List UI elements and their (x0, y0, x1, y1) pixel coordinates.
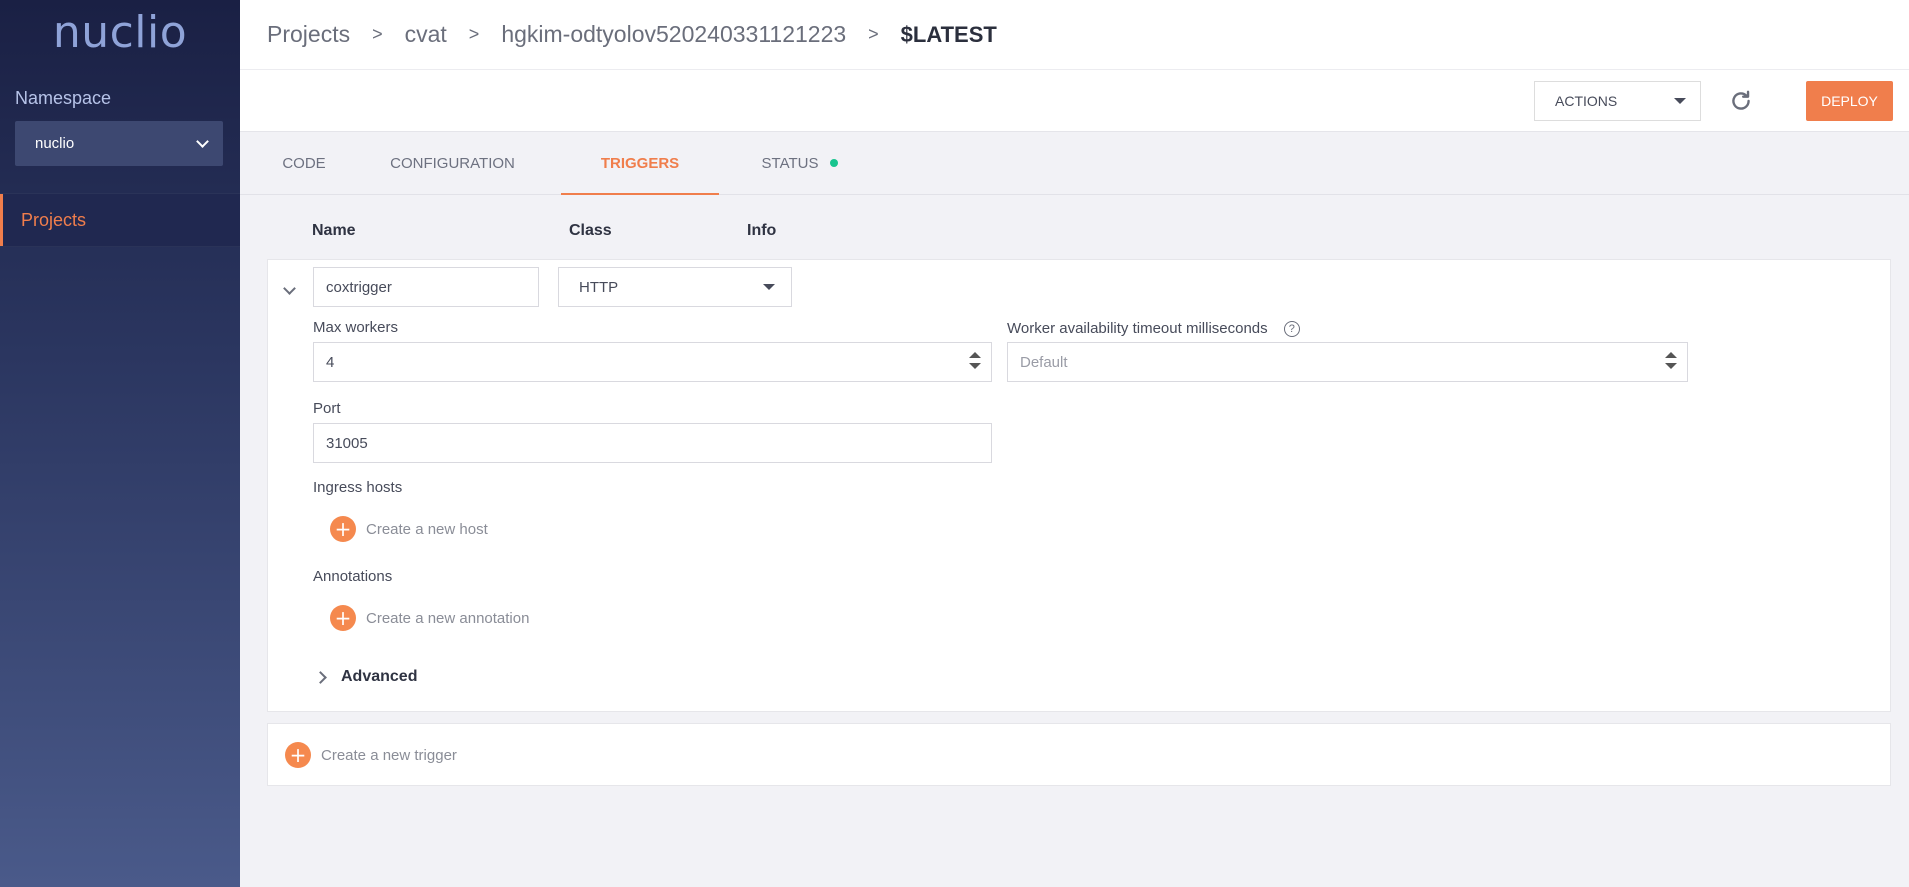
tab-code[interactable]: CODE (282, 132, 325, 194)
sidebar: nuclio Namespace nuclio Projects (0, 0, 240, 887)
number-stepper-icon[interactable] (1665, 352, 1677, 374)
breadcrumb-function[interactable]: hgkim-odtyolov520240331121223 (501, 21, 846, 48)
trigger-class-value: HTTP (579, 278, 619, 296)
annotations-label: Annotations (313, 568, 393, 585)
toolbar: ACTIONS DEPLOY (240, 70, 1909, 132)
namespace-value: nuclio (35, 135, 75, 152)
sidebar-nav: Projects (0, 193, 240, 247)
port-input[interactable]: 31005 (313, 423, 992, 463)
caret-down-icon (763, 284, 775, 290)
chevron-right-icon: > (868, 24, 879, 44)
create-host-button[interactable]: + Create a new host (330, 516, 488, 542)
actions-dropdown[interactable]: ACTIONS (1534, 81, 1701, 121)
tab-configuration[interactable]: CONFIGURATION (390, 132, 515, 194)
column-name: Name (312, 222, 356, 239)
breadcrumb: Projects > cvat > hgkim-odtyolov52024033… (240, 0, 1909, 70)
breadcrumb-version: $LATEST (900, 21, 997, 47)
max-workers-value: 4 (326, 353, 335, 371)
namespace-select[interactable]: nuclio (15, 121, 223, 166)
port-label: Port (313, 400, 341, 417)
advanced-toggle[interactable]: Advanced (314, 668, 418, 686)
create-host-label: Create a new host (366, 520, 488, 538)
advanced-label: Advanced (341, 668, 418, 685)
chevron-down-icon[interactable] (283, 282, 296, 295)
sidebar-item-projects[interactable]: Projects (0, 194, 240, 246)
plus-icon: + (330, 516, 356, 542)
triggers-table-header: Name Class Info (312, 222, 776, 240)
status-indicator (830, 159, 838, 167)
tab-triggers[interactable]: TRIGGERS (561, 132, 719, 195)
create-annotation-button[interactable]: + Create a new annotation (330, 605, 529, 631)
nuclio-logo[interactable]: nuclio (0, 0, 240, 60)
worker-timeout-label: Worker availability timeout milliseconds… (1007, 320, 1300, 338)
help-icon[interactable]: ? (1283, 321, 1300, 338)
trigger-class-select[interactable]: HTTP (558, 267, 792, 307)
max-workers-input[interactable]: 4 (313, 342, 992, 382)
breadcrumb-projects[interactable]: Projects (267, 21, 350, 48)
worker-timeout-label-text: Worker availability timeout milliseconds (1007, 320, 1268, 337)
plus-icon: + (285, 742, 311, 768)
ingress-hosts-label: Ingress hosts (313, 479, 403, 496)
column-class: Class (569, 222, 612, 239)
chevron-right-icon (314, 670, 327, 684)
plus-icon: + (330, 605, 356, 631)
breadcrumb-project[interactable]: cvat (405, 21, 447, 48)
main-area: Projects > cvat > hgkim-odtyolov52024033… (240, 0, 1909, 887)
worker-timeout-placeholder: Default (1020, 353, 1068, 371)
trigger-item: coxtrigger HTTP Max workers 4 Worker ava… (267, 259, 1891, 712)
new-trigger-row: + Create a new trigger (267, 723, 1891, 786)
create-trigger-label: Create a new trigger (321, 746, 457, 764)
max-workers-label: Max workers (313, 319, 399, 336)
worker-timeout-input[interactable]: Default (1007, 342, 1688, 382)
number-stepper-icon[interactable] (969, 352, 981, 374)
chevron-down-icon (196, 134, 209, 148)
sidebar-item-label: Projects (21, 209, 87, 230)
actions-label: ACTIONS (1555, 93, 1618, 109)
namespace-label: Namespace (15, 88, 112, 108)
column-info: Info (747, 222, 777, 239)
port-value: 31005 (326, 434, 368, 452)
refresh-icon[interactable] (1728, 88, 1754, 114)
create-trigger-button[interactable]: + Create a new trigger (285, 742, 457, 768)
trigger-name-input[interactable]: coxtrigger (313, 267, 539, 307)
deploy-button[interactable]: DEPLOY (1806, 81, 1893, 121)
caret-down-icon (1674, 98, 1686, 104)
chevron-right-icon: > (468, 24, 480, 44)
function-tabs: CODE CONFIGURATION TRIGGERS STATUS (240, 132, 1909, 195)
chevron-right-icon: > (372, 24, 383, 44)
trigger-name-value: coxtrigger (326, 278, 392, 296)
tab-status[interactable]: STATUS (762, 132, 819, 194)
create-annotation-label: Create a new annotation (366, 609, 530, 627)
